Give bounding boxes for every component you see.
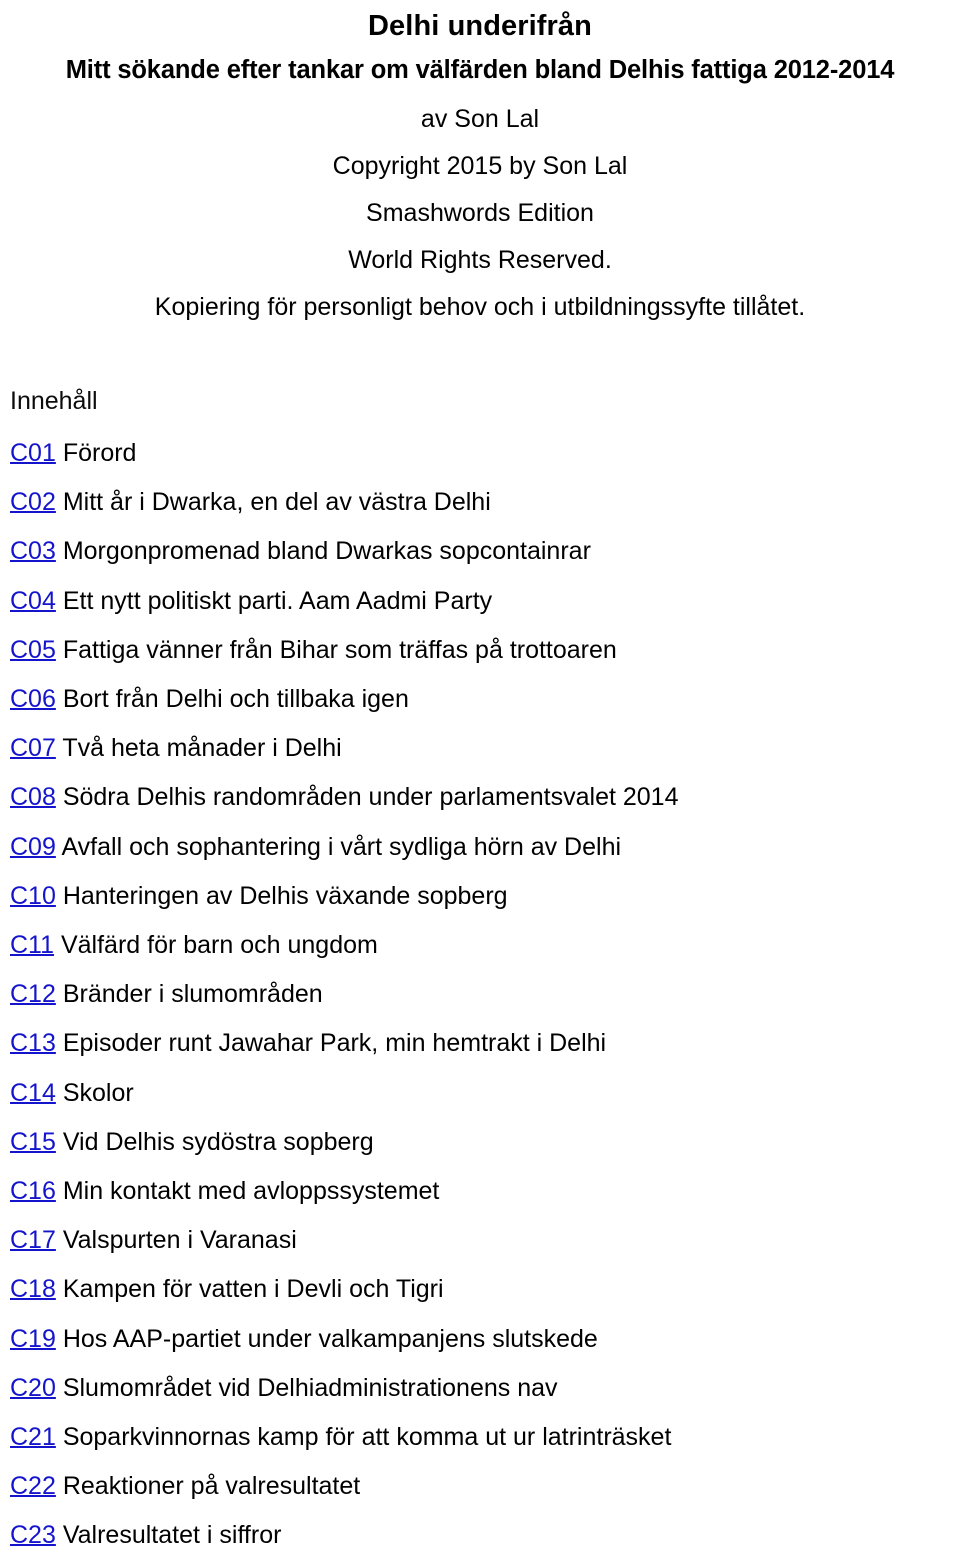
- edition-line: Smashwords Edition: [366, 199, 594, 227]
- list-item: C15 Vid Delhis sydöstra sopberg: [10, 1118, 960, 1167]
- toc-chapter-label: Fattiga vänner från Bihar som träffas på…: [62, 635, 617, 664]
- list-item: C02 Mitt år i Dwarka, en del av västra D…: [10, 478, 960, 527]
- toc-heading: Innehåll: [10, 387, 98, 415]
- list-item: C23 Valresultatet i siffror: [10, 1511, 960, 1560]
- permission-line: Kopiering för personligt behov och i utb…: [154, 293, 806, 321]
- toc-chapter-link-c16[interactable]: C16: [10, 1177, 56, 1205]
- list-item: C18 Kampen för vatten i Devli och Tigri: [10, 1265, 960, 1314]
- toc-chapter-label: Episoder runt Jawahar Park, min hemtrakt…: [62, 1029, 607, 1058]
- toc-chapter-label: Vid Delhis sydöstra sopberg: [62, 1127, 374, 1156]
- list-item: C22 Reaktioner på valresultatet: [10, 1462, 960, 1511]
- front-matter-block: Delhi underifrån Mitt sökande efter tank…: [0, 0, 960, 331]
- author-line: av Son Lal: [420, 105, 540, 133]
- toc-chapter-label: Två heta månader i Delhi: [62, 734, 342, 763]
- toc-chapter-label: Skolor: [62, 1078, 134, 1107]
- list-item: C13 Episoder runt Jawahar Park, min hemt…: [10, 1019, 960, 1068]
- toc-chapter-label: Bränder i slumområden: [62, 980, 323, 1009]
- toc-chapter-label: Bort från Delhi och tillbaka igen: [62, 685, 409, 714]
- toc-chapter-label: Valspurten i Varanasi: [62, 1226, 297, 1255]
- list-item: C05 Fattiga vänner från Bihar som träffa…: [10, 626, 960, 675]
- list-item: C14 Skolor: [10, 1069, 960, 1118]
- list-item: C16 Min kontakt med avloppssystemet: [10, 1167, 960, 1216]
- toc-chapter-label: Mitt år i Dwarka, en del av västra Delhi: [62, 488, 491, 517]
- toc-chapter-label: Slumområdet vid Delhiadministrationens n…: [62, 1373, 558, 1402]
- list-item: C07 Två heta månader i Delhi: [10, 724, 960, 773]
- list-item: C11 Välfärd för barn och ungdom: [10, 921, 960, 970]
- toc-chapter-label: Välfärd för barn och ungdom: [60, 931, 378, 960]
- toc-chapter-link-c12[interactable]: C12: [10, 980, 56, 1008]
- book-subtitle: Mitt sökande efter tankar om välfärden b…: [65, 56, 895, 84]
- toc-chapter-label: Förord: [62, 439, 137, 467]
- toc-chapter-label: Södra Delhis randområden under parlament…: [62, 783, 679, 812]
- rights-line: World Rights Reserved.: [348, 246, 612, 274]
- toc-chapter-link-c21[interactable]: C21: [10, 1423, 56, 1451]
- toc-chapter-link-c22[interactable]: C22: [10, 1472, 56, 1500]
- list-item: C20 Slumområdet vid Delhiadministratione…: [10, 1364, 960, 1413]
- toc-chapter-label: Hanteringen av Delhis växande sopberg: [62, 881, 508, 910]
- toc-chapter-link-c01[interactable]: C01: [10, 439, 56, 467]
- toc-list: C01 Förord C02 Mitt år i Dwarka, en del a…: [10, 429, 960, 1561]
- list-item: C12 Bränder i slumområden: [10, 970, 960, 1019]
- toc-chapter-label: Valresultatet i siffror: [62, 1521, 282, 1550]
- toc-chapter-link-c13[interactable]: C13: [10, 1029, 56, 1057]
- toc-chapter-label: Soparkvinnornas kamp för att komma ut ur…: [62, 1423, 672, 1452]
- toc-chapter-link-c02[interactable]: C02: [10, 488, 56, 516]
- toc-chapter-link-c11[interactable]: C11: [10, 931, 54, 959]
- table-of-contents: Innehåll C01 Förord C02 Mitt år i Dwarka,…: [0, 377, 960, 1561]
- toc-chapter-link-c14[interactable]: C14: [10, 1079, 56, 1107]
- toc-chapter-label: Ett nytt politiskt parti. Aam Aadmi Part…: [62, 586, 493, 615]
- toc-chapter-label: Reaktioner på valresultatet: [62, 1472, 361, 1501]
- toc-chapter-link-c17[interactable]: C17: [10, 1226, 56, 1254]
- list-item: C10 Hanteringen av Delhis växande sopber…: [10, 872, 960, 921]
- toc-chapter-link-c06[interactable]: C06: [10, 685, 56, 713]
- toc-chapter-link-c04[interactable]: C04: [10, 587, 56, 615]
- toc-chapter-label: Kampen för vatten i Devli och Tigri: [62, 1275, 444, 1304]
- toc-chapter-link-c07[interactable]: C07: [10, 734, 56, 762]
- list-item: C19 Hos AAP-partiet under valkampanjens …: [10, 1315, 960, 1364]
- toc-chapter-label: Morgonpromenad bland Dwarkas sopcontainr…: [62, 537, 591, 566]
- list-item: C01 Förord: [10, 429, 960, 478]
- ebook-front-page: Delhi underifrån Mitt sökande efter tank…: [0, 0, 960, 1561]
- toc-chapter-link-c10[interactable]: C10: [10, 882, 56, 910]
- toc-chapter-link-c15[interactable]: C15: [10, 1128, 56, 1156]
- toc-chapter-link-c23[interactable]: C23: [10, 1521, 56, 1549]
- list-item: C21 Soparkvinnornas kamp för att komma u…: [10, 1413, 960, 1462]
- toc-chapter-link-c20[interactable]: C20: [10, 1374, 56, 1402]
- page-title: Delhi underifrån: [368, 10, 592, 42]
- list-item: C04 Ett nytt politiskt parti. Aam Aadmi …: [10, 577, 960, 626]
- toc-chapter-link-c05[interactable]: C05: [10, 636, 56, 664]
- toc-chapter-label: Avfall och sophantering i vårt sydliga h…: [61, 832, 622, 861]
- toc-chapter-link-c08[interactable]: C08: [10, 783, 56, 811]
- toc-chapter-label: Hos AAP-partiet under valkampanjens slut…: [62, 1324, 598, 1353]
- copyright-line: Copyright 2015 by Son Lal: [332, 152, 628, 180]
- toc-chapter-link-c03[interactable]: C03: [10, 537, 56, 565]
- list-item: C03 Morgonpromenad bland Dwarkas sopcont…: [10, 527, 960, 576]
- toc-chapter-link-c09[interactable]: C09: [10, 833, 56, 861]
- list-item: C08 Södra Delhis randområden under parla…: [10, 773, 960, 822]
- list-item: C06 Bort från Delhi och tillbaka igen: [10, 675, 960, 724]
- toc-chapter-label: Min kontakt med avloppssystemet: [62, 1177, 440, 1206]
- list-item: C17 Valspurten i Varanasi: [10, 1216, 960, 1265]
- toc-chapter-link-c19[interactable]: C19: [10, 1325, 56, 1353]
- list-item: C09 Avfall och sophantering i vårt sydli…: [10, 823, 960, 872]
- toc-chapter-link-c18[interactable]: C18: [10, 1275, 56, 1303]
